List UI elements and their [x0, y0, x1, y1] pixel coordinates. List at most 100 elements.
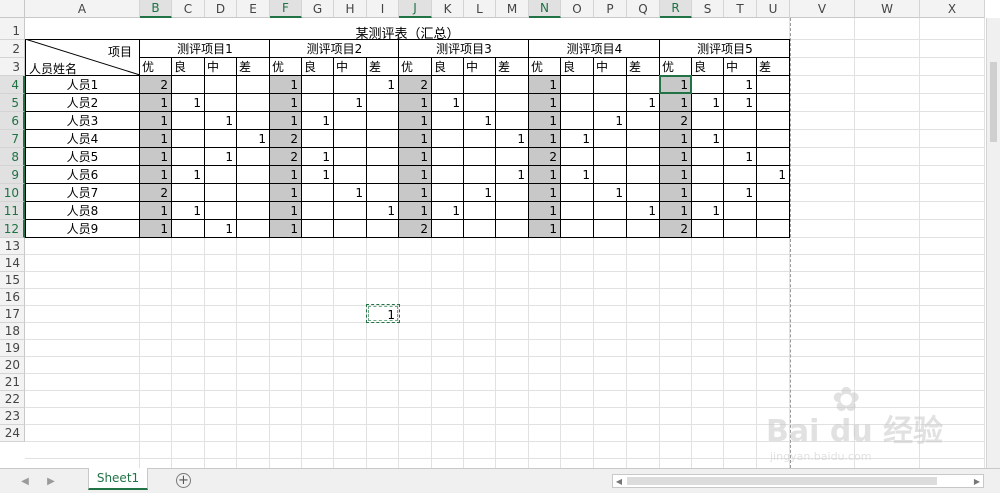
- value-cell[interactable]: [627, 148, 656, 166]
- value-cell[interactable]: 1: [140, 112, 168, 130]
- value-cell[interactable]: 1: [757, 166, 786, 184]
- value-cell[interactable]: [757, 148, 786, 166]
- value-cell[interactable]: [594, 166, 623, 184]
- value-cell[interactable]: 2: [140, 184, 168, 202]
- grade-header[interactable]: 差: [629, 58, 660, 76]
- value-cell[interactable]: [334, 76, 363, 94]
- row-header-22[interactable]: 22: [0, 391, 25, 408]
- value-cell[interactable]: [724, 112, 753, 130]
- value-cell[interactable]: [627, 112, 656, 130]
- value-cell[interactable]: [757, 76, 786, 94]
- value-cell[interactable]: [334, 202, 363, 220]
- column-header-J[interactable]: J: [399, 0, 432, 18]
- row-header-14[interactable]: 14: [0, 255, 25, 272]
- value-cell[interactable]: [561, 112, 590, 130]
- row-header-6[interactable]: 6: [0, 112, 25, 130]
- value-cell[interactable]: 1: [660, 130, 688, 148]
- value-cell[interactable]: [627, 76, 656, 94]
- grade-header[interactable]: 中: [336, 58, 367, 76]
- value-cell[interactable]: 1: [172, 202, 201, 220]
- value-cell[interactable]: [205, 94, 233, 112]
- value-cell[interactable]: [302, 220, 330, 238]
- column-header-I[interactable]: I: [367, 0, 399, 18]
- value-cell[interactable]: [237, 220, 266, 238]
- tab-sheet1[interactable]: Sheet1: [88, 468, 148, 490]
- value-cell[interactable]: 1: [496, 130, 525, 148]
- value-cell[interactable]: 1: [140, 130, 168, 148]
- value-cell[interactable]: [432, 184, 460, 202]
- value-cell[interactable]: [172, 130, 201, 148]
- value-cell[interactable]: [172, 76, 201, 94]
- value-cell[interactable]: 1: [529, 220, 557, 238]
- value-cell[interactable]: 1: [464, 112, 492, 130]
- value-cell[interactable]: [237, 184, 266, 202]
- grade-header[interactable]: 优: [272, 58, 302, 76]
- value-cell[interactable]: [172, 112, 201, 130]
- value-cell[interactable]: 1: [172, 94, 201, 112]
- horizontal-scrollbar[interactable]: ◀ ▶: [612, 474, 984, 488]
- value-cell[interactable]: 1: [270, 112, 298, 130]
- value-cell[interactable]: [205, 76, 233, 94]
- row-header-17[interactable]: 17: [0, 306, 25, 323]
- grade-header[interactable]: 优: [662, 58, 692, 76]
- column-header-W[interactable]: W: [855, 0, 920, 18]
- value-cell[interactable]: [594, 202, 623, 220]
- column-header-S[interactable]: S: [692, 0, 724, 18]
- value-cell[interactable]: [724, 202, 753, 220]
- value-cell[interactable]: 1: [660, 202, 688, 220]
- column-header-L[interactable]: L: [464, 0, 496, 18]
- row-header-18[interactable]: 18: [0, 323, 25, 340]
- value-cell[interactable]: [594, 148, 623, 166]
- value-cell[interactable]: 1: [237, 130, 266, 148]
- value-cell[interactable]: [496, 148, 525, 166]
- value-cell[interactable]: 1: [399, 202, 428, 220]
- value-cell[interactable]: [237, 202, 266, 220]
- person-name[interactable]: 人员1: [25, 76, 140, 94]
- value-cell[interactable]: 1: [529, 112, 557, 130]
- value-cell[interactable]: [205, 166, 233, 184]
- vertical-scroll-thumb[interactable]: [990, 62, 997, 142]
- next-sheet-icon[interactable]: ▶: [44, 473, 58, 489]
- column-header-F[interactable]: F: [270, 0, 302, 18]
- value-cell[interactable]: [172, 184, 201, 202]
- value-cell[interactable]: [302, 94, 330, 112]
- value-cell[interactable]: 1: [205, 148, 233, 166]
- value-cell[interactable]: 1: [399, 166, 428, 184]
- value-cell[interactable]: 1: [627, 202, 656, 220]
- value-cell[interactable]: [757, 130, 786, 148]
- grade-header[interactable]: 中: [466, 58, 496, 76]
- value-cell[interactable]: [237, 76, 266, 94]
- value-cell[interactable]: [237, 94, 266, 112]
- value-cell[interactable]: [464, 166, 492, 184]
- value-cell[interactable]: [464, 220, 492, 238]
- column-header-U[interactable]: U: [757, 0, 790, 18]
- column-header-H[interactable]: H: [334, 0, 367, 18]
- value-cell[interactable]: [302, 130, 330, 148]
- value-cell[interactable]: 1: [724, 148, 753, 166]
- value-cell[interactable]: [237, 166, 266, 184]
- value-cell[interactable]: 1: [594, 184, 623, 202]
- column-header-O[interactable]: O: [561, 0, 594, 18]
- group-header-3[interactable]: 测评项目3: [399, 40, 529, 58]
- value-cell[interactable]: [334, 112, 363, 130]
- row-header-21[interactable]: 21: [0, 374, 25, 391]
- row-header-24[interactable]: 24: [0, 425, 25, 442]
- value-cell[interactable]: [432, 166, 460, 184]
- value-cell[interactable]: [237, 112, 266, 130]
- value-cell[interactable]: [205, 202, 233, 220]
- value-cell[interactable]: [334, 166, 363, 184]
- value-cell[interactable]: [432, 220, 460, 238]
- column-header-D[interactable]: D: [205, 0, 237, 18]
- value-cell[interactable]: 1: [529, 94, 557, 112]
- value-cell[interactable]: 1: [561, 130, 590, 148]
- value-cell[interactable]: 1: [367, 202, 395, 220]
- value-cell[interactable]: 1: [724, 94, 753, 112]
- column-header-C[interactable]: C: [172, 0, 205, 18]
- column-header-B[interactable]: B: [140, 0, 172, 18]
- value-cell[interactable]: [594, 220, 623, 238]
- row-header-12[interactable]: 12: [0, 220, 25, 238]
- value-cell[interactable]: 2: [270, 130, 298, 148]
- value-cell[interactable]: 2: [399, 220, 428, 238]
- value-cell[interactable]: [724, 220, 753, 238]
- scroll-right-icon[interactable]: ▶: [971, 475, 983, 487]
